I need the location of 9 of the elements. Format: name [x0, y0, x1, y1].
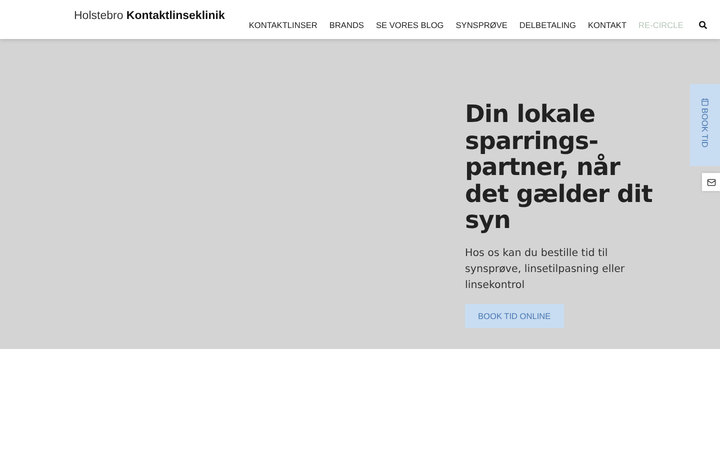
hero-heading: Din lokale sparrings-partner, når det gælder dit syn: [465, 101, 654, 234]
nav-link[interactable]: KONTAKTLINSER: [248, 20, 318, 30]
nav-link[interactable]: SE VORES BLOG: [376, 20, 444, 30]
hero-text: Hos os kan du bestille tid til synsprøve, linsetilpasning eller linsekontrol: [465, 246, 626, 292]
logo[interactable]: Holstebro Kontaktlinseklinik: [74, 10, 225, 22]
nav-link[interactable]: SYNSPRØVE: [456, 20, 508, 30]
nav-link[interactable]: DELBETALING: [519, 20, 576, 30]
nav-link[interactable]: KONTAKT: [588, 20, 627, 30]
nav-link[interactable]: BRANDS: [329, 20, 364, 30]
